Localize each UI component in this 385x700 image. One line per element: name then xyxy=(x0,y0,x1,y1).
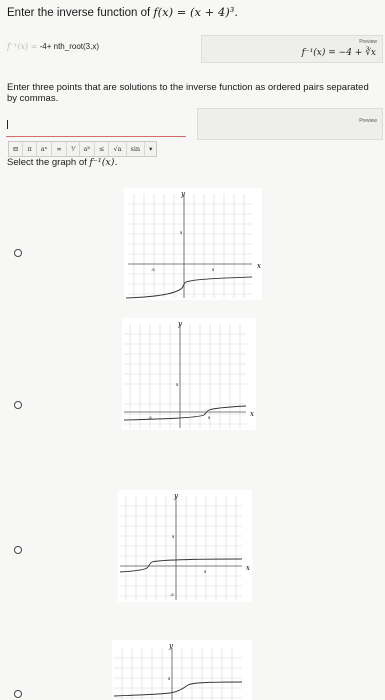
graph-option-2[interactable]: y x -5 5 5 xyxy=(122,318,256,430)
x-axis-label: x xyxy=(246,564,250,572)
y-axis-label: y xyxy=(180,190,186,198)
option-1-radio[interactable] xyxy=(14,249,22,257)
pi-button[interactable]: π xyxy=(23,142,37,156)
question-1-formula: f(x) = (x + 4)³. xyxy=(153,5,239,19)
points-answer-input[interactable] xyxy=(6,118,186,136)
tick-pos5: 5 xyxy=(208,415,211,420)
exponent-button[interactable]: aⁿ xyxy=(37,142,53,156)
grid xyxy=(114,648,242,700)
inverse-answer-row: f⁻¹(x) = -4+ nth_root(3,x) xyxy=(7,42,99,51)
input-underline xyxy=(6,136,186,137)
curve xyxy=(113,681,243,697)
question-3-formula: f⁻¹(x). xyxy=(89,157,118,168)
fraction-button[interactable]: ⅟ xyxy=(67,142,80,156)
curve xyxy=(123,405,247,421)
tick-pos5-y: 5 xyxy=(176,382,179,387)
more-dropdown-icon[interactable]: ▾ xyxy=(145,142,156,156)
option-3-radio[interactable] xyxy=(14,546,22,554)
question-1: Enter the inverse function of f(x) = (x … xyxy=(7,5,238,19)
y-axis-label: y xyxy=(168,642,174,650)
preview-tag: Preview xyxy=(359,39,377,45)
option-2-radio[interactable] xyxy=(14,401,22,409)
question-3: Select the graph of f⁻¹(x). xyxy=(7,157,118,168)
matrix-button[interactable]: ⊟ xyxy=(9,142,24,156)
answer-label: f⁻¹(x) = xyxy=(7,42,38,51)
preview-box-2: Preview xyxy=(197,108,383,140)
question-3-text: Select the graph of xyxy=(7,157,90,168)
grid xyxy=(128,194,252,298)
sin-button[interactable]: sin xyxy=(127,142,146,156)
graph-option-4[interactable]: y 5 xyxy=(112,640,252,700)
option-4-radio[interactable] xyxy=(14,690,22,698)
graph-option-1[interactable]: y x -5 5 5 xyxy=(124,188,262,300)
preview-tag-2: Preview xyxy=(359,118,377,124)
tick-pos5-y: 5 xyxy=(172,534,175,539)
x-axis-label: x xyxy=(250,410,254,418)
question-2: Enter three points that are solutions to… xyxy=(7,82,369,104)
y-axis-label: y xyxy=(177,320,183,328)
curve xyxy=(119,558,243,573)
curve xyxy=(125,276,253,299)
preview-formula: f⁻¹(x) = −4 + ∛x xyxy=(301,48,376,58)
tick-neg5: -5 xyxy=(151,267,155,272)
inverse-answer-input[interactable]: -4+ nth_root(3,x) xyxy=(40,42,99,51)
y-axis-label: y xyxy=(173,492,179,500)
infinity-button[interactable]: ∞ xyxy=(52,142,67,156)
question-1-text: Enter the inverse function of xyxy=(7,7,154,19)
tick-pos5: 5 xyxy=(212,267,215,272)
grid xyxy=(120,496,242,600)
x-axis-label: x xyxy=(257,262,261,270)
power-button[interactable]: aᵇ xyxy=(80,142,96,156)
leq-button[interactable]: ≤ xyxy=(95,142,110,156)
tick-pos5: 5 xyxy=(204,569,207,574)
tick-pos5-y: 5 xyxy=(168,676,171,681)
preview-box-1: Preview f⁻¹(x) = −4 + ∛x xyxy=(201,35,383,63)
math-toolbar: ⊟ π aⁿ ∞ ⅟ aᵇ ≤ √a sin ▾ xyxy=(8,141,158,157)
graph-option-3[interactable]: y x 5 5 -5 xyxy=(118,490,252,602)
sqrt-button[interactable]: √a xyxy=(109,142,127,156)
